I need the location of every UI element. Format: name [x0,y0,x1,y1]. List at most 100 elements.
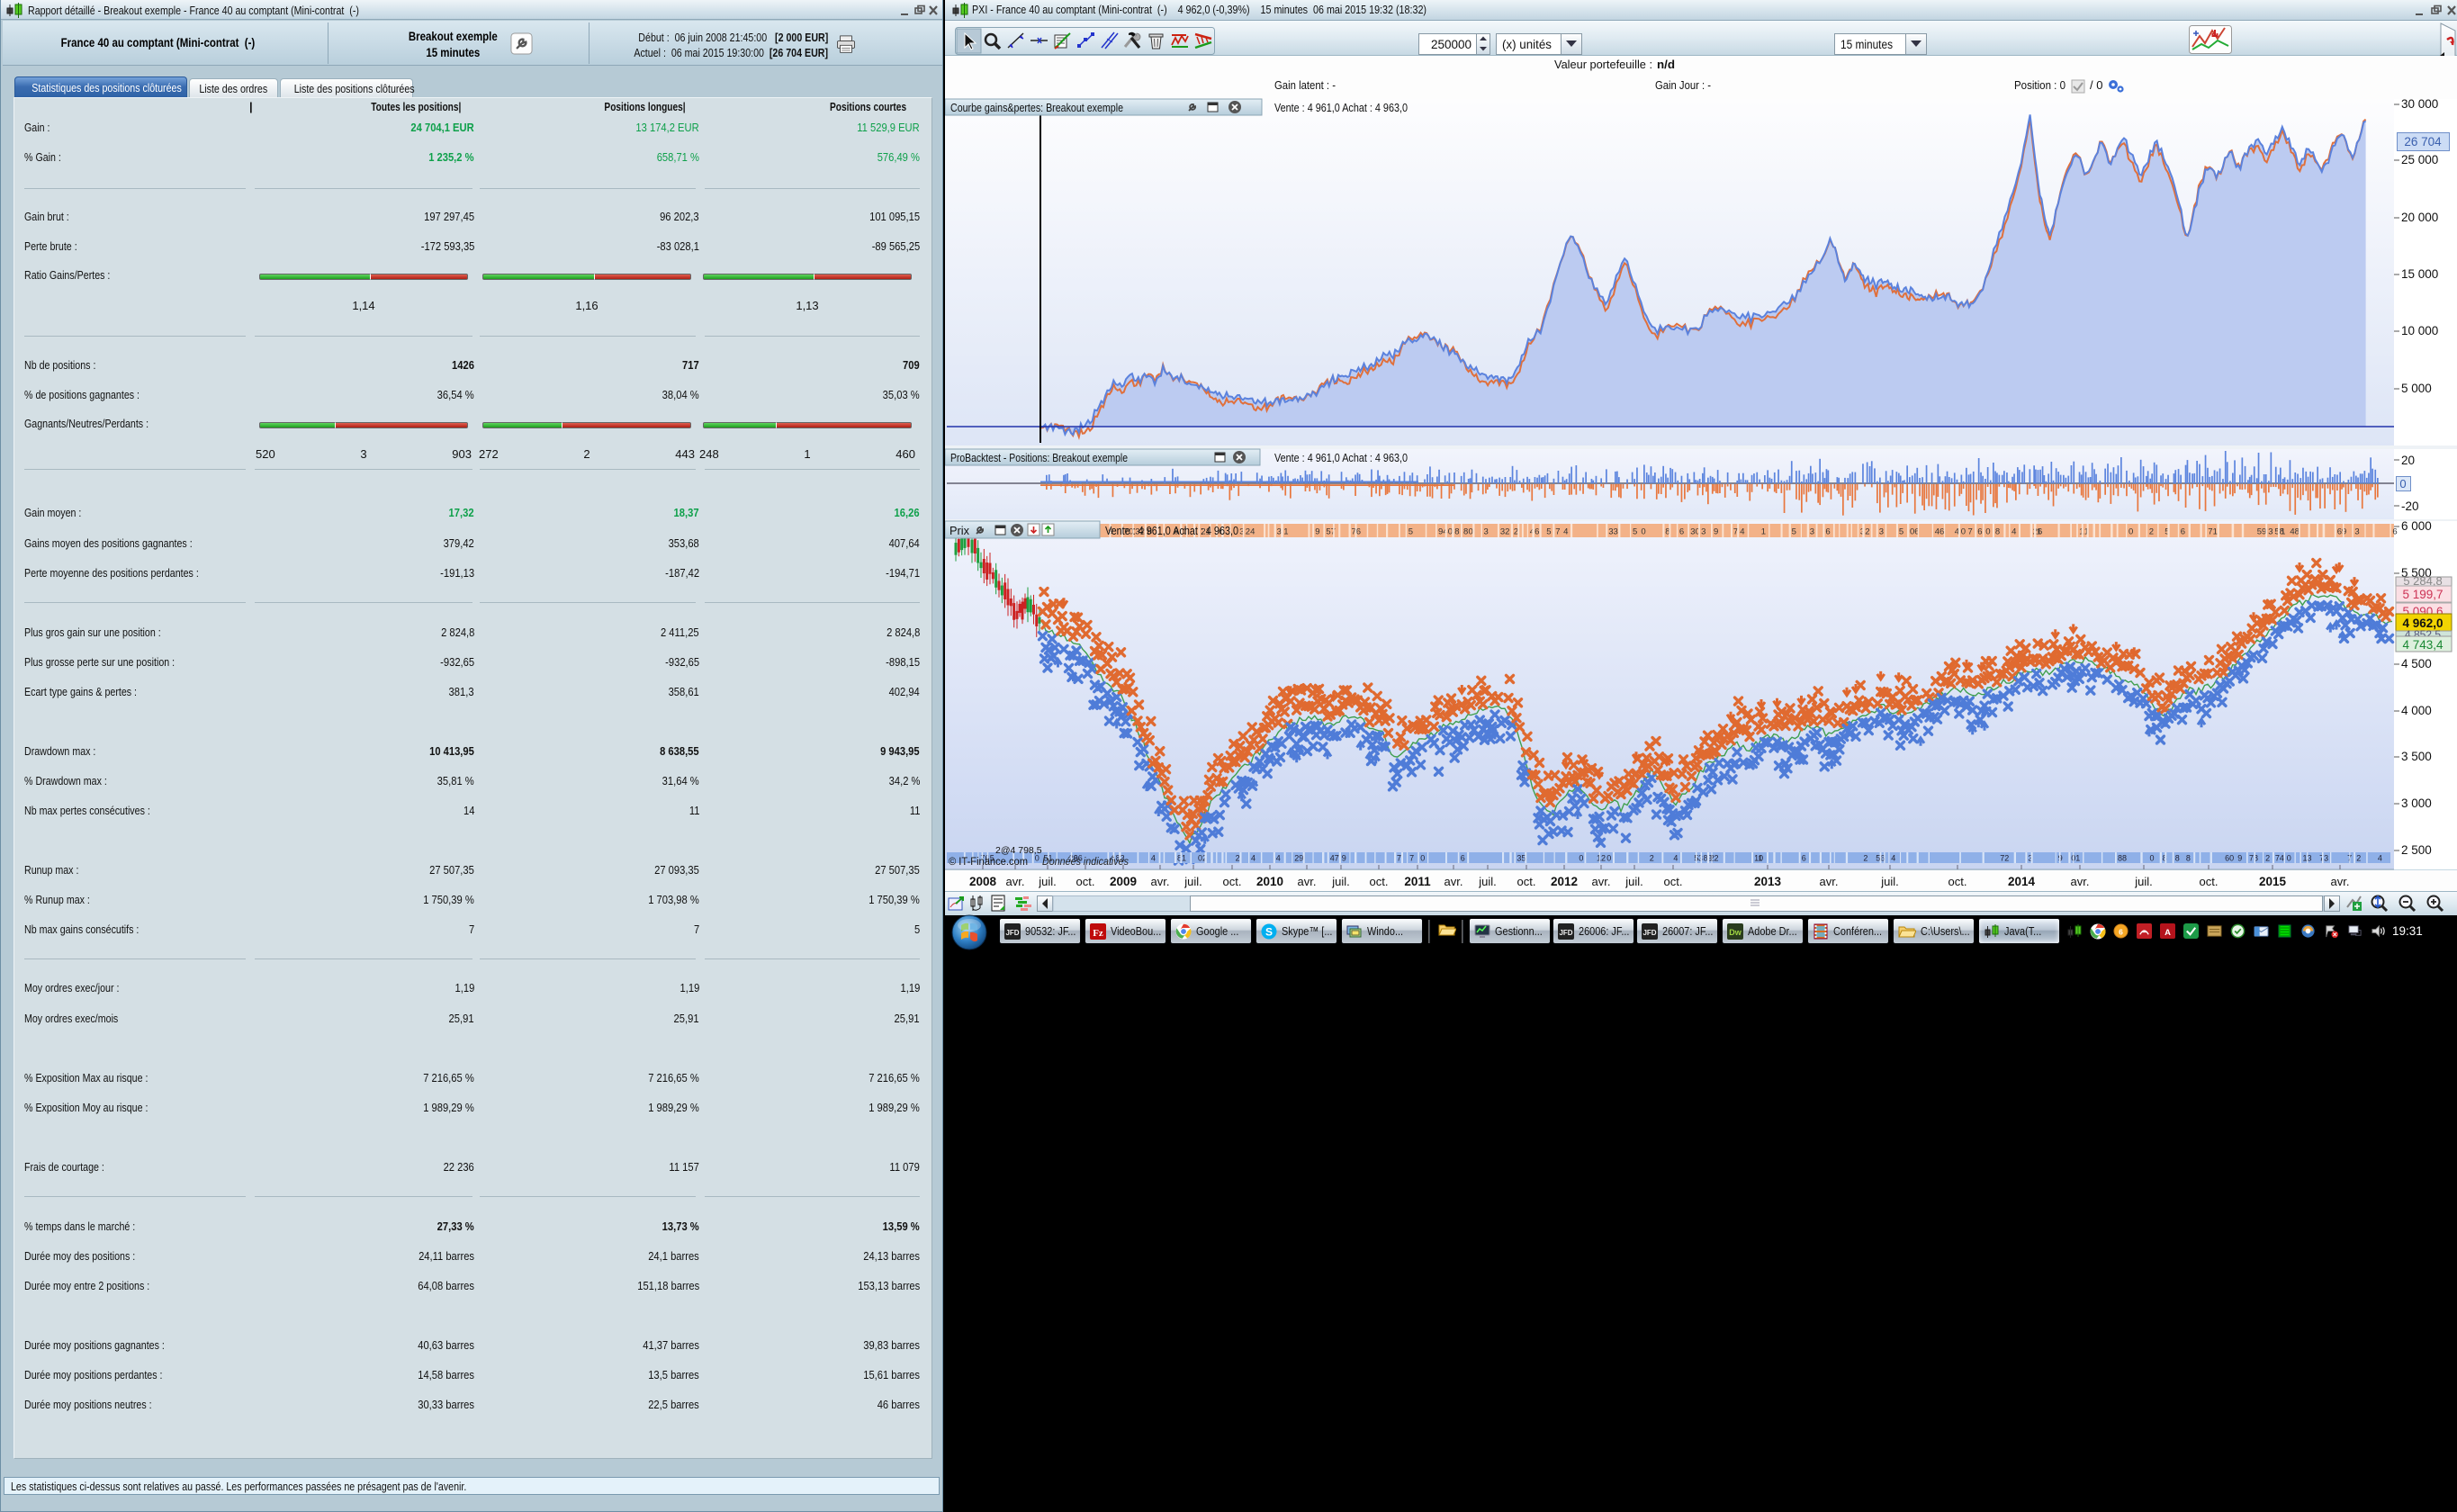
svg-text:3: 3 [1277,527,1282,537]
svg-text:3: 3 [1879,527,1884,537]
svg-text:4 500: 4 500 [2401,657,2432,670]
svg-text:6: 6 [1679,527,1684,537]
svg-text:avr.: avr. [1151,875,1170,888]
svg-text:S: S [1265,925,1273,938]
svg-text:5: 5 [1633,527,1637,537]
svg-text:4 000: 4 000 [2401,704,2432,717]
svg-text:5: 5 [1899,527,1904,537]
svg-text:2015: 2015 [2259,875,2287,888]
svg-text:6: 6 [1461,854,1465,863]
svg-text:6: 6 [2392,527,2397,537]
svg-text:3: 3 [2354,527,2359,537]
svg-text:0: 0 [1606,854,1611,863]
svg-text:Prix: Prix [950,524,969,537]
svg-text:2: 2 [1236,854,1240,863]
svg-text:24: 24 [1246,527,1256,537]
svg-text:4: 4 [1251,854,1256,863]
svg-text:10 000: 10 000 [2401,324,2438,338]
svg-text:A: A [2164,928,2171,938]
svg-text:2008: 2008 [969,875,997,888]
svg-text:ProBacktest - Positions: Break: ProBacktest - Positions: Breakout exempl… [950,451,1128,464]
svg-text:7: 7 [1397,854,1401,863]
svg-text:30 000: 30 000 [2401,97,2438,111]
svg-text:0: 0 [2287,854,2291,863]
svg-text:48: 48 [2290,527,2300,537]
svg-text:oct.: oct. [1076,875,1095,888]
svg-text:6: 6 [1977,527,1982,537]
svg-text:3: 3 [1701,527,1706,537]
svg-text:JFD: JFD [1642,929,1656,937]
svg-text:6: 6 [1802,854,1806,863]
svg-text:8: 8 [2175,854,2180,863]
svg-text:2@4 798,5: 2@4 798,5 [995,845,1042,856]
svg-text:0: 0 [2128,527,2133,537]
svg-text:73: 73 [2319,854,2328,863]
svg-text:1: 1 [2037,527,2041,537]
svg-text:12: 12 [1597,854,1606,863]
svg-text:0: 0 [1985,527,1990,537]
svg-text:-20: -20 [2401,500,2419,513]
svg-text:8: 8 [1463,527,1468,537]
svg-text:4: 4 [1151,854,1156,863]
svg-text:5: 5 [1408,527,1413,537]
svg-text:Dw: Dw [1729,928,1742,937]
svg-text:59: 59 [2257,527,2267,537]
svg-text:Vente : 4 961,0 Achat : 4 963,: Vente : 4 961,0 Achat : 4 963,0 [1274,451,1408,464]
svg-text:4: 4 [1891,854,1895,863]
svg-text:7: 7 [1968,527,1973,537]
svg-text:avr.: avr. [1444,875,1463,888]
svg-text:4: 4 [2378,854,2382,863]
svg-text:Position : 0: Position : 0 [2014,78,2066,92]
svg-text:26 704: 26 704 [2404,135,2442,148]
svg-text:5 000: 5 000 [2401,382,2432,395]
svg-text:3 500: 3 500 [2401,750,2432,763]
svg-text:Vente : 4 961,0 Achat : 4 963,: Vente : 4 961,0 Achat : 4 963,0 [1274,101,1408,114]
svg-text:2 500: 2 500 [2401,843,2432,857]
svg-text:5 199,7: 5 199,7 [2402,588,2443,601]
svg-text:6: 6 [2181,527,2185,537]
svg-text:1: 1 [2075,854,2080,863]
svg-text:46: 46 [1530,527,1540,537]
svg-text:avr.: avr. [1006,875,1025,888]
svg-text:4: 4 [2012,527,2016,537]
svg-text:4: 4 [1563,527,1568,537]
svg-text:PXI - France 40 au comptant (M: PXI - France 40 au comptant (Mini-contra… [972,3,1426,16]
svg-text:2: 2 [1863,854,1868,863]
svg-text:2: 2 [2265,854,2270,863]
svg-text:9: 9 [2237,854,2242,863]
svg-text:avr.: avr. [1820,875,1839,888]
svg-text:5: 5 [1792,527,1796,537]
svg-text:6: 6 [2119,927,2123,936]
svg-text:8: 8 [1454,527,1459,537]
svg-text:5: 5 [1546,527,1551,537]
svg-text:72: 72 [2000,854,2009,863]
svg-text:Vente : 4 961,0 Achat : 4 963,: Vente : 4 961,0 Achat : 4 963,0 [1105,524,1238,537]
svg-text:(x) unités: (x) unités [1502,38,1552,51]
svg-text:4: 4 [1276,854,1281,863]
svg-text:JFD: JFD [1559,929,1572,937]
svg-text:oct.: oct. [1223,875,1242,888]
svg-text:1: 1 [1761,527,1766,537]
svg-text:78: 78 [2249,854,2258,863]
svg-text:juil.: juil. [1478,875,1497,888]
svg-text:oct.: oct. [1664,875,1683,888]
svg-text:/ 0: / 0 [2090,78,2102,92]
svg-text:69: 69 [2337,527,2347,537]
svg-text:25 000: 25 000 [2401,153,2438,166]
svg-text:oct.: oct. [1517,875,1536,888]
svg-text:avr.: avr. [1298,875,1317,888]
svg-text:47: 47 [1330,854,1339,863]
svg-text:0: 0 [1641,527,1645,537]
svg-text:1: 1 [2281,527,2285,537]
svg-text:2009: 2009 [1110,875,1137,888]
svg-text:© IT-Finance.com: © IT-Finance.com [949,857,1028,868]
svg-text:4: 4 [1673,854,1678,863]
svg-text:avr.: avr. [2331,875,2350,888]
svg-text:0: 0 [2150,854,2155,863]
svg-text:15 minutes: 15 minutes [1840,38,1893,51]
svg-text:avr.: avr. [2071,875,2090,888]
svg-text:Courbe gains&pertes: Breakout: Courbe gains&pertes: Breakout exemple [950,101,1123,114]
svg-text:15 000: 15 000 [2401,267,2438,281]
svg-text:juil.: juil. [1880,875,1899,888]
svg-text:2010: 2010 [1256,875,1283,888]
